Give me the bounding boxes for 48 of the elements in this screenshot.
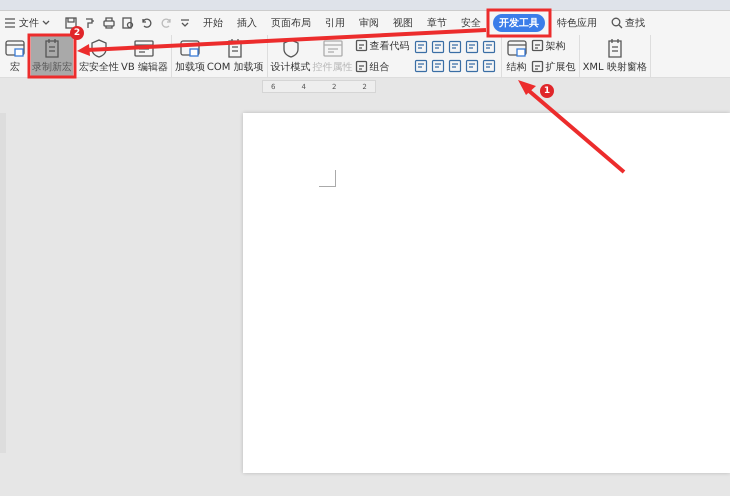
- ribbon-tab[interactable]: 开发工具: [493, 14, 545, 32]
- ribbon-button[interactable]: 加载项: [174, 35, 206, 77]
- control-icon[interactable]: [430, 40, 445, 54]
- control-icon[interactable]: [448, 58, 462, 72]
- ribbon-button[interactable]: XML 映射窗格: [582, 35, 648, 77]
- search-button[interactable]: 查找: [605, 14, 651, 32]
- control-icon[interactable]: [482, 40, 496, 54]
- control-icon[interactable]: [430, 58, 445, 72]
- ribbon-tab[interactable]: 页面布局: [265, 14, 317, 32]
- ribbon-tab[interactable]: 安全: [455, 14, 487, 32]
- control-icon[interactable]: [464, 58, 479, 72]
- ribbon-tab[interactable]: 特色应用: [551, 14, 603, 32]
- tool-icon[interactable]: [530, 60, 544, 73]
- file-menu-button[interactable]: 文件: [4, 16, 54, 30]
- ribbon-tab[interactable]: 开始: [197, 14, 229, 32]
- control-icon[interactable]: [414, 58, 428, 72]
- ribbon-tab[interactable]: 插入: [231, 14, 263, 32]
- margin-corner-mark: [319, 170, 336, 187]
- ribbon-button[interactable]: 宏: [2, 35, 28, 77]
- highlight-frame: [486, 8, 552, 38]
- highlight-frame: [28, 34, 76, 78]
- ribbon-tab[interactable]: 审阅: [353, 14, 385, 32]
- tool-icon[interactable]: [354, 60, 368, 73]
- caret-icon[interactable]: [42, 20, 50, 26]
- printer-icon[interactable]: [102, 16, 116, 30]
- control-icon[interactable]: [464, 40, 479, 54]
- step-number-badge: 1: [540, 84, 554, 98]
- ribbon-button[interactable]: 组合: [354, 58, 411, 74]
- control-icon[interactable]: [414, 40, 428, 54]
- ribbon-button[interactable]: 架构: [530, 38, 577, 54]
- ribbon-button[interactable]: 扩展包: [530, 58, 577, 74]
- control-icon[interactable]: [482, 58, 496, 72]
- undo-icon[interactable]: [140, 16, 154, 30]
- ribbon-tab[interactable]: 引用: [319, 14, 351, 32]
- tool-icon[interactable]: [530, 39, 544, 52]
- ribbon-button[interactable]: 结构: [504, 35, 530, 77]
- ribbon-button[interactable]: 查看代码: [354, 38, 411, 54]
- ribbon-tab[interactable]: 视图: [387, 14, 419, 32]
- ribbon-button[interactable]: VB 编辑器: [120, 35, 169, 77]
- tool-icon[interactable]: [354, 39, 368, 52]
- search-icon[interactable]: [611, 17, 623, 29]
- ribbon-button[interactable]: COM 加载项: [206, 35, 265, 77]
- control-icon[interactable]: [448, 40, 462, 54]
- ribbon-button[interactable]: 设计模式: [270, 35, 312, 77]
- print-preview-icon[interactable]: [121, 16, 135, 30]
- ribbon-tab[interactable]: 章节: [421, 14, 453, 32]
- save-icon[interactable]: [64, 16, 78, 30]
- menu-icon[interactable]: [4, 18, 16, 28]
